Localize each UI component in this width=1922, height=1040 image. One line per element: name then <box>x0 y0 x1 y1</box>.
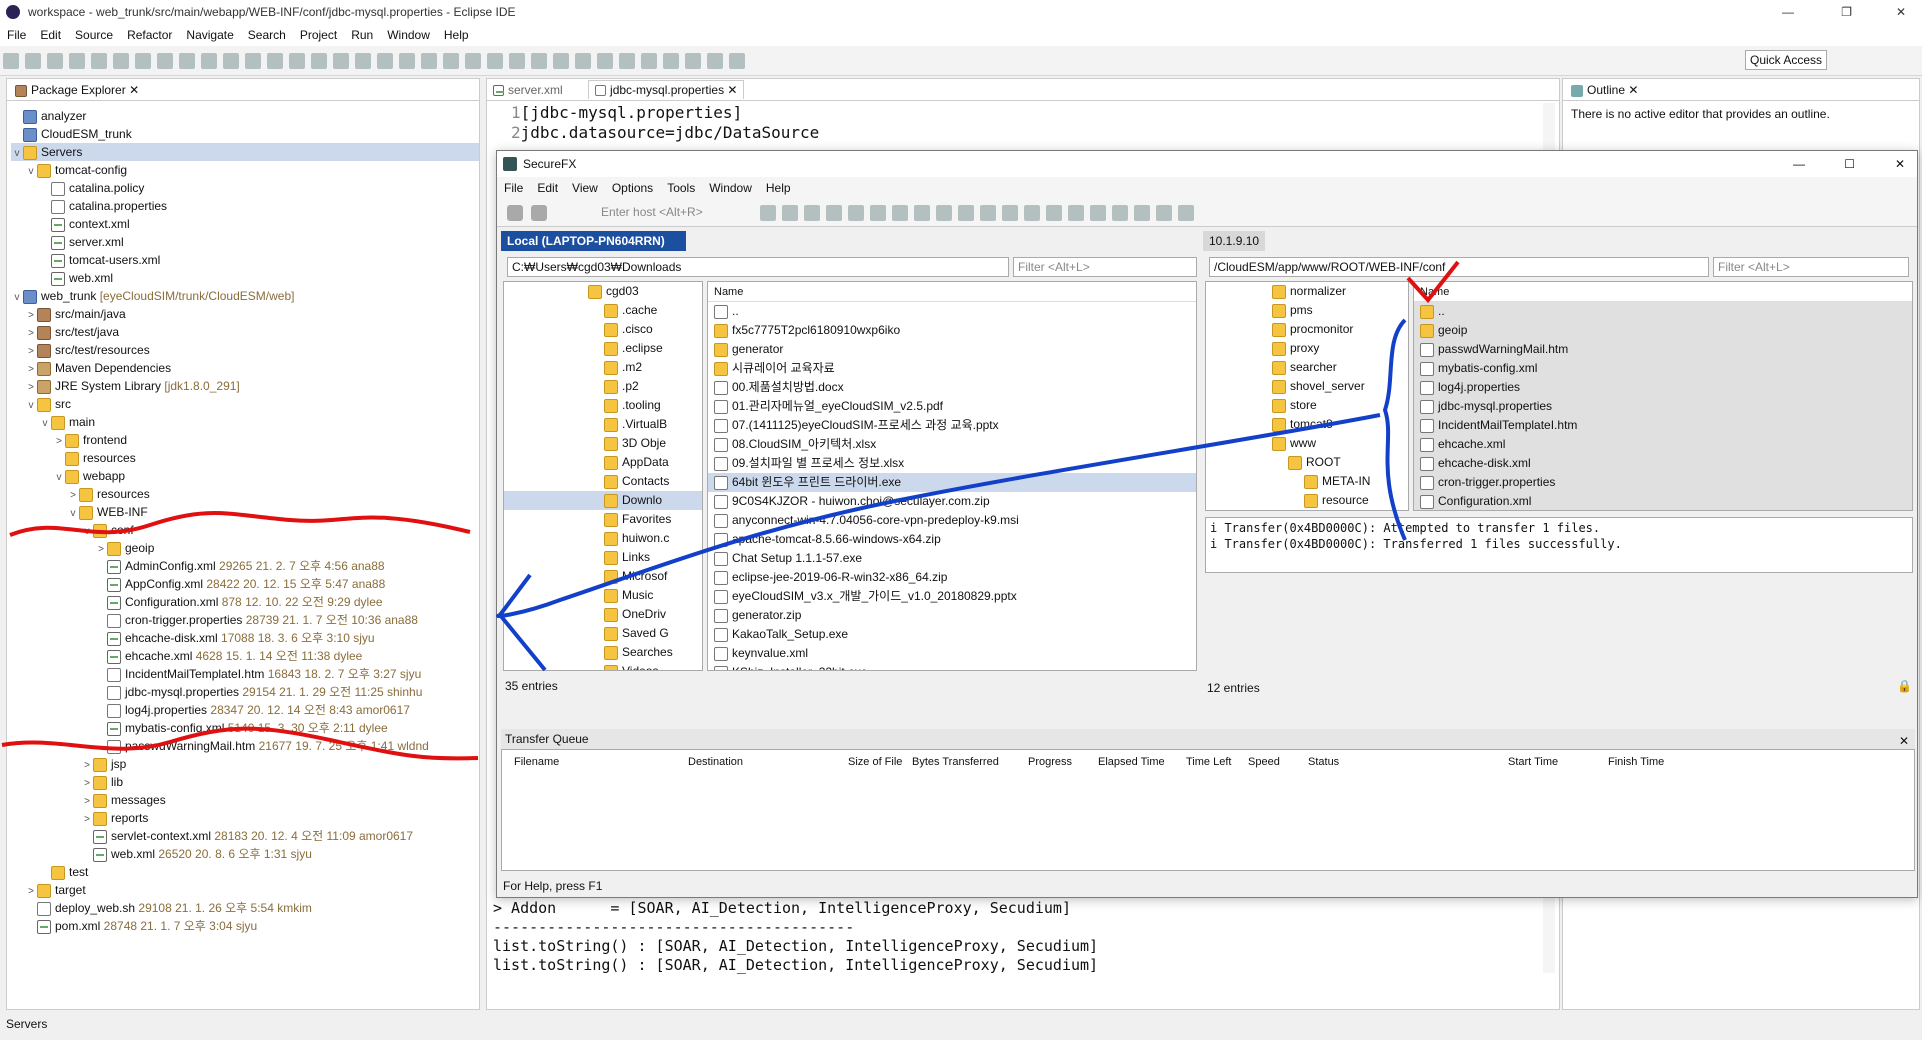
blue-arrowhead-annotation <box>497 573 547 672</box>
annotation-overlay <box>1 260 1460 761</box>
blue-arrow-annotation <box>496 413 1381 619</box>
red-underline-annotation <box>9 511 471 537</box>
blue-brace-annotation <box>1382 318 1407 541</box>
red-check-annotation <box>1406 260 1460 304</box>
red-underline-annotation <box>1 726 479 761</box>
